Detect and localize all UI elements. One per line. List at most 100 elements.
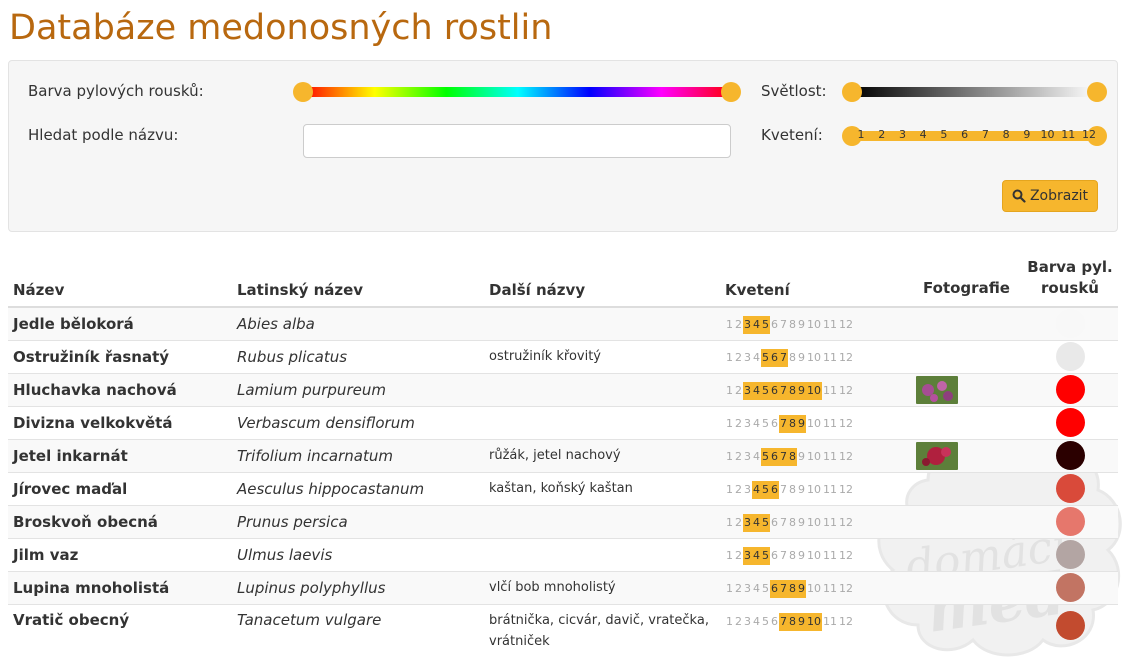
plant-photo-cell <box>911 372 1022 406</box>
bloom-tick-label: 11 <box>1061 128 1076 141</box>
bloom-month: 11 <box>823 317 837 331</box>
table-row[interactable]: Jilm vaz Ulmus laevis 1 2 3 4 5 6 7 8 9 10 11 12 <box>8 537 1118 571</box>
plant-bloom-months: 1 2 3 4 5 6 7 8 9 10 11 12 <box>720 339 911 373</box>
plant-name[interactable]: Jetel inkarnát <box>8 438 232 472</box>
plant-bloom-months: 1 2 3 4 5 6 7 8 9 10 11 12 <box>720 438 911 472</box>
bloom-month: 12 <box>839 614 853 628</box>
lightness-slider-max-handle[interactable] <box>1087 82 1107 102</box>
column-header-bloom[interactable]: Kvetení <box>720 252 911 308</box>
hue-slider-track[interactable] <box>303 87 733 97</box>
page-title: Databáze medonosných rostlin <box>9 8 553 48</box>
bloom-month: 3 <box>744 482 751 496</box>
table-row[interactable]: Broskvoň obecná Prunus persica 1 2 3 4 5 6 7 8 9 10… <box>8 504 1118 538</box>
pollen-color-swatch <box>1055 408 1085 437</box>
plant-other-names: kaštan, koňský kaštan <box>484 471 720 505</box>
plant-name[interactable]: Broskvoň obecná <box>8 504 232 538</box>
lightness-slider-min-handle[interactable] <box>842 82 862 102</box>
search-input[interactable] <box>303 124 731 158</box>
table-row[interactable]: Jedle bělokorá Abies alba 1 2 3 4 5 6 7 8 9 10 11 12 <box>8 306 1118 340</box>
bloom-month: 4 <box>752 381 761 400</box>
bloom-month: 5 <box>761 348 770 367</box>
bloom-slider-ticks: 1 2 3 4 5 6 7 8 9 10 11 12 <box>852 128 1098 144</box>
plant-bloom-months: 1 2 3 4 5 6 7 8 9 10 11 12 <box>720 537 911 571</box>
bloom-month: 5 <box>762 614 769 628</box>
plant-bloom-months: 1 2 3 4 5 6 7 8 9 10 11 12 <box>720 306 911 340</box>
bloom-month: 11 <box>823 449 837 463</box>
bloom-month: 9 <box>798 548 805 562</box>
bloom-month: 9 <box>798 482 805 496</box>
bloom-month: 6 <box>771 317 778 331</box>
bloom-month: 2 <box>735 383 742 397</box>
plant-photo-cell <box>911 603 1022 653</box>
plant-name[interactable]: Jilm vaz <box>8 537 232 571</box>
table-row[interactable]: Vratič obecný Tanacetum vulgare brátnička,… <box>8 603 1118 653</box>
bloom-month: 8 <box>788 447 797 466</box>
bloom-month: 10 <box>806 612 822 631</box>
plant-name[interactable]: Hluchavka nachová <box>8 372 232 406</box>
bloom-month: 10 <box>807 515 821 529</box>
table-row[interactable]: Divizna velkokvětá Verbascum densiflorum 1… <box>8 405 1118 439</box>
table-row[interactable]: Jetel inkarnát Trifolium incarnatum růžák,… <box>8 438 1118 472</box>
plant-name[interactable]: Lupina mnoholistá <box>8 570 232 604</box>
plant-other-names <box>484 306 720 340</box>
plant-photo-thumbnail[interactable] <box>916 441 958 470</box>
bloom-month: 11 <box>823 614 837 628</box>
plants-table: Název Latinský název Další názvy Kvetení… <box>8 252 1118 653</box>
plant-name[interactable]: Vratič obecný <box>8 603 232 653</box>
bloom-month: 9 <box>797 612 806 631</box>
plant-pollen-color-cell <box>1022 603 1118 653</box>
column-header-name[interactable]: Název <box>8 252 232 308</box>
bloom-month: 12 <box>839 350 853 364</box>
bloom-month: 6 <box>770 447 779 466</box>
lightness-slider-track[interactable] <box>852 87 1098 97</box>
bloom-month: 10 <box>807 317 821 331</box>
plant-other-names <box>484 537 720 571</box>
plant-other-names <box>484 504 720 538</box>
column-header-latin[interactable]: Latinský název <box>232 252 484 308</box>
hue-slider-max-handle[interactable] <box>721 82 741 102</box>
bloom-month: 7 <box>779 414 788 433</box>
bloom-month: 1 <box>726 350 733 364</box>
bloom-month: 9 <box>797 579 806 598</box>
plant-photo-cell <box>911 537 1022 571</box>
plant-name[interactable]: Jedle bělokorá <box>8 306 232 340</box>
show-button-label: Zobrazit <box>1029 188 1089 204</box>
plant-other-names <box>484 405 720 439</box>
plant-photo-cell <box>911 438 1022 472</box>
plant-photo-cell <box>911 471 1022 505</box>
bloom-tick-label: 5 <box>940 128 948 141</box>
bloom-month: 8 <box>789 482 796 496</box>
bloom-month: 1 <box>726 581 733 595</box>
table-row[interactable]: Ostružiník řasnatý Rubus plicatus ostružin… <box>8 339 1118 373</box>
plant-name[interactable]: Ostružiník řasnatý <box>8 339 232 373</box>
bloom-month: 6 <box>771 416 778 430</box>
plant-name[interactable]: Jírovec maďal <box>8 471 232 505</box>
plant-latin-name: Verbascum densiflorum <box>232 405 484 439</box>
bloom-month: 8 <box>788 414 797 433</box>
bloom-month: 1 <box>726 317 733 331</box>
plant-photo-thumbnail[interactable] <box>916 375 958 404</box>
hue-slider-min-handle[interactable] <box>293 82 313 102</box>
plant-pollen-color-cell <box>1022 372 1118 406</box>
bloom-tick-label: 8 <box>1002 128 1010 141</box>
bloom-month: 11 <box>823 416 837 430</box>
table-row[interactable]: Jírovec maďal Aesculus hippocastanum kašta… <box>8 471 1118 505</box>
plant-pollen-color-cell <box>1022 570 1118 604</box>
bloom-month: 6 <box>771 548 778 562</box>
bloom-month: 7 <box>779 447 788 466</box>
plant-other-names: ostružiník křovitý <box>484 339 720 373</box>
bloom-month: 7 <box>779 381 788 400</box>
search-label: Hledat podle názvu: <box>28 126 179 144</box>
column-header-other-names[interactable]: Další názvy <box>484 252 720 308</box>
show-button[interactable]: Zobrazit <box>1002 180 1098 212</box>
table-row[interactable]: Hluchavka nachová Lamium purpureum 1 2 3 4 5 6 7… <box>8 372 1118 406</box>
bloom-tick-label: 9 <box>1023 128 1031 141</box>
bloom-month: 8 <box>789 317 796 331</box>
plant-name[interactable]: Divizna velkokvětá <box>8 405 232 439</box>
plant-photo-cell <box>911 570 1022 604</box>
table-row[interactable]: Lupina mnoholistá Lupinus polyphyllus vlčí… <box>8 570 1118 604</box>
bloom-month: 8 <box>788 612 797 631</box>
bloom-month: 9 <box>798 350 805 364</box>
bloom-month: 2 <box>735 449 742 463</box>
bloom-month: 12 <box>839 482 853 496</box>
